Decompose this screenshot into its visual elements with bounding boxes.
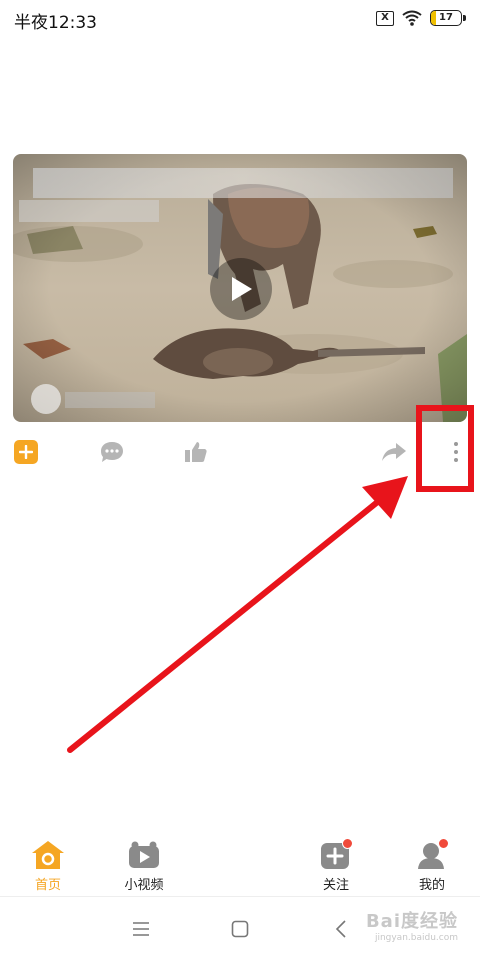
nav-label-short-video: 小视频 xyxy=(124,878,164,893)
system-home-button[interactable] xyxy=(225,915,255,943)
follow-icon xyxy=(319,838,353,872)
status-icons: X 17 xyxy=(376,8,466,28)
annotation-arrow xyxy=(67,476,408,753)
menu-button[interactable] xyxy=(126,915,156,943)
comment-button[interactable] xyxy=(98,432,126,472)
author-name-blurred xyxy=(65,392,155,408)
system-back-button[interactable] xyxy=(326,915,356,943)
home-icon xyxy=(31,838,65,872)
profile-icon xyxy=(415,838,449,872)
nav-item-short-video[interactable]: 小视频 xyxy=(104,838,184,896)
short-video-icon xyxy=(127,838,161,872)
video-card[interactable] xyxy=(13,154,467,422)
author-avatar-blurred xyxy=(31,384,61,414)
share-icon xyxy=(382,443,406,461)
nav-item-me[interactable]: 我的 xyxy=(392,838,472,896)
video-subtitle-blurred xyxy=(19,200,159,222)
play-icon xyxy=(232,277,252,301)
wifi-icon xyxy=(402,10,422,26)
share-button[interactable] xyxy=(380,432,408,472)
nav-label-follow: 关注 xyxy=(322,878,349,893)
battery-icon: 17 xyxy=(430,10,462,26)
menu-icon xyxy=(133,922,149,936)
battery-level: 17 xyxy=(439,12,453,23)
back-icon xyxy=(335,920,346,938)
home-square-icon xyxy=(231,920,249,938)
add-button[interactable] xyxy=(13,432,39,472)
nav-item-home[interactable]: 首页 xyxy=(8,838,88,896)
watermark-sub: jingyan.baidu.com xyxy=(374,933,458,943)
play-button[interactable] xyxy=(210,258,272,320)
like-button[interactable] xyxy=(182,432,210,472)
nav-label-home: 首页 xyxy=(34,878,61,893)
like-icon xyxy=(185,442,207,462)
no-sim-icon: X xyxy=(376,10,394,26)
baidu-jingyan-watermark: Bai度经验 jingyan.baidu.com xyxy=(366,907,458,943)
nav-label-me: 我的 xyxy=(418,878,445,893)
nav-item-follow[interactable]: 关注 xyxy=(296,838,376,896)
profile-badge xyxy=(438,838,449,849)
video-title-blurred xyxy=(33,168,453,198)
watermark-main: Bai度经验 xyxy=(365,911,458,932)
add-icon xyxy=(14,440,38,464)
battery-tip xyxy=(463,15,466,21)
comment-icon xyxy=(101,442,123,462)
annotation-highlight-box xyxy=(416,405,474,492)
status-bar: 半夜12:33 X 17 xyxy=(0,0,480,36)
system-nav-bar: Bai度经验 jingyan.baidu.com xyxy=(0,896,480,961)
action-bar xyxy=(0,432,480,472)
bottom-nav: 首页 小视频 关注 我的 xyxy=(0,838,480,896)
status-time: 半夜12:33 xyxy=(14,13,97,33)
follow-badge xyxy=(342,838,353,849)
